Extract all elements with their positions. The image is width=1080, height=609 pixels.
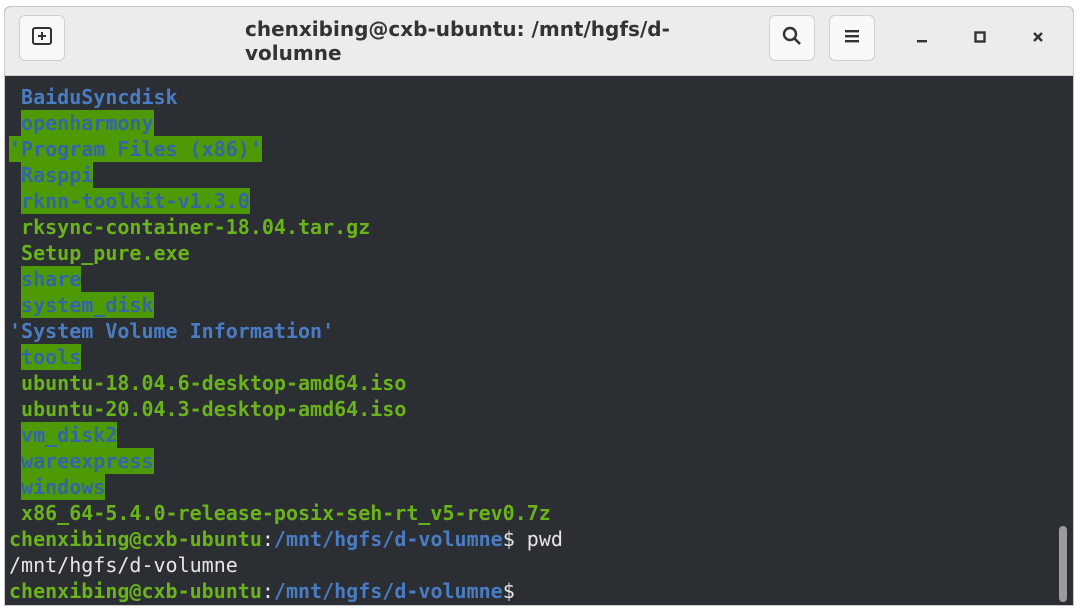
prompt-line: chenxibing@cxb-ubuntu:/mnt/hgfs/d-volumn… [9,526,563,552]
list-item: 'System Volume Information' [9,319,335,343]
prompt-path: /mnt/hgfs/d-volumne [273,579,503,603]
prompt-path: /mnt/hgfs/d-volumne [273,527,503,551]
list-item: windows [21,474,106,500]
minimize-icon [915,29,929,48]
prompt-line[interactable]: chenxibing@cxb-ubuntu:/mnt/hgfs/d-volumn… [9,578,515,604]
prompt-colon: : [261,527,274,551]
hamburger-menu-icon [842,26,862,50]
list-item: BaiduSyncdisk [9,85,178,109]
title-bar: chenxibing@cxb-ubuntu: /mnt/hgfs/d-volum… [5,7,1073,76]
new-tab-icon [31,25,53,51]
search-icon [781,25,803,51]
list-item: openharmony [21,110,154,136]
prompt-user-host: chenxibing@cxb-ubuntu [9,579,262,603]
command-output: /mnt/hgfs/d-volumne [9,553,238,577]
terminal-window: chenxibing@cxb-ubuntu: /mnt/hgfs/d-volum… [4,6,1074,606]
list-item: Setup_pure.exe [9,241,190,265]
maximize-button[interactable] [963,21,997,55]
window-title: chenxibing@cxb-ubuntu: /mnt/hgfs/d-volum… [245,17,670,65]
menu-button[interactable] [829,15,875,61]
list-item: ubuntu-18.04.6-desktop-amd64.iso [9,371,407,395]
list-item: tools [21,344,82,370]
list-item: vm_disk2 [21,422,118,448]
prompt-user-host: chenxibing@cxb-ubuntu [9,527,262,551]
list-item: ubuntu-20.04.3-desktop-amd64.iso [9,397,407,421]
list-item: wareexpress [21,448,154,474]
list-item: 'Program Files (x86)' [9,136,262,162]
minimize-button[interactable] [905,21,939,55]
prompt-dollar: $ [502,527,515,551]
list-item: rknn-toolkit-v1.3.0 [21,188,250,214]
list-item: Rasppi [21,162,94,188]
maximize-icon [973,29,987,48]
scroll-thumb[interactable] [1059,526,1067,602]
command-text: pwd [514,527,563,551]
prompt-dollar: $ [502,579,515,603]
list-item: share [21,266,82,292]
close-icon [1031,29,1045,48]
terminal-output[interactable]: BaiduSyncdisk openharmony 'Program Files… [5,76,1053,605]
new-tab-button[interactable] [19,15,65,61]
list-item: rksync-container-18.04.tar.gz [9,215,371,239]
close-button[interactable] [1021,21,1055,55]
search-button[interactable] [769,15,815,61]
list-item: x86_64-5.4.0-release-posix-seh-rt_v5-rev… [9,501,551,525]
scrollbar[interactable] [1053,76,1073,605]
prompt-colon: : [261,579,274,603]
list-item: system_disk [21,292,154,318]
